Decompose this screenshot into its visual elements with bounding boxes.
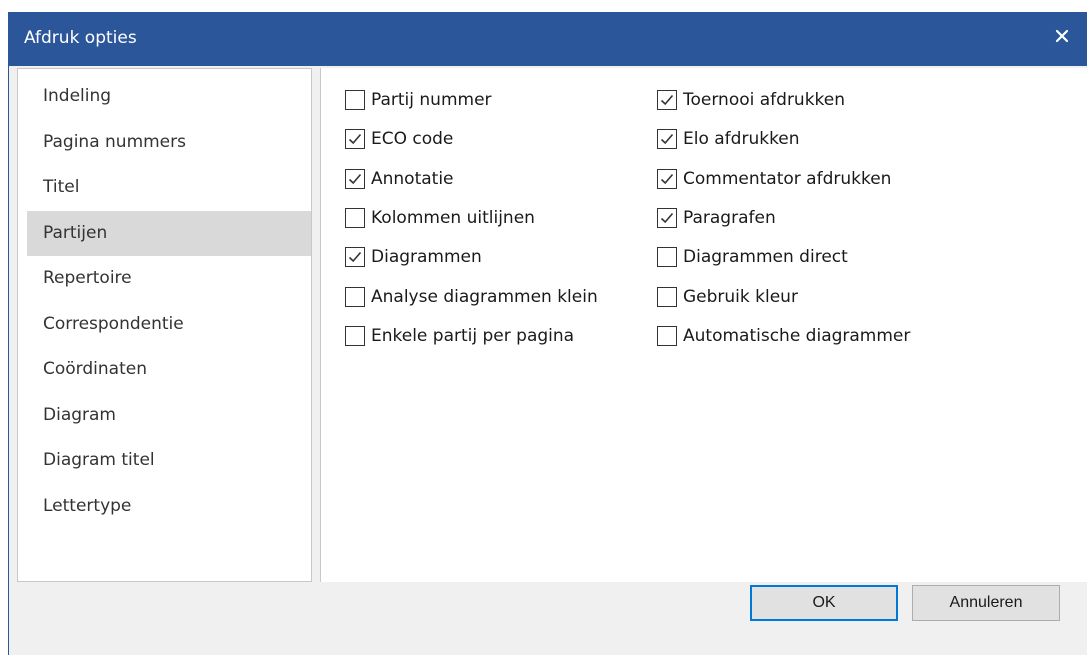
- checkbox-box[interactable]: [345, 129, 365, 150]
- checkbox-box[interactable]: [657, 129, 677, 150]
- checkbox-kolommen-uitlijnen[interactable]: Kolommen uitlijnen: [345, 203, 535, 233]
- checkbox-box[interactable]: [657, 325, 677, 346]
- window-title: Afdruk opties: [24, 28, 137, 48]
- options-panel: Partij nummer ECO code Annotatie Kolommen u…: [320, 68, 1087, 582]
- checkbox-annotatie[interactable]: Annotatie: [345, 164, 454, 194]
- check-icon: [348, 252, 362, 263]
- checkbox-toernooi-afdrukken[interactable]: Toernooi afdrukken: [657, 85, 845, 115]
- checkbox-box[interactable]: [657, 207, 677, 228]
- checkbox-box[interactable]: [345, 168, 365, 189]
- nav-item-correspondentie[interactable]: Correspondentie: [27, 302, 311, 347]
- nav-item-pagina-nummers[interactable]: Pagina nummers: [27, 120, 311, 165]
- checkbox-commentator-afdrukken[interactable]: Commentator afdrukken: [657, 164, 891, 194]
- checkbox-elo-afdrukken[interactable]: Elo afdrukken: [657, 124, 800, 154]
- checkbox-eco-code[interactable]: ECO code: [345, 124, 453, 154]
- ok-button[interactable]: OK: [750, 585, 898, 621]
- nav-item-diagram-titel[interactable]: Diagram titel: [27, 438, 311, 483]
- checkbox-label[interactable]: Annotatie: [371, 169, 454, 189]
- checkbox-box[interactable]: [657, 168, 677, 189]
- check-icon: [660, 134, 674, 145]
- checkbox-box[interactable]: [657, 90, 677, 110]
- checkbox-box[interactable]: [345, 207, 365, 228]
- checkbox-diagrammen[interactable]: Diagrammen: [345, 242, 482, 272]
- checkbox-label[interactable]: Toernooi afdrukken: [683, 90, 845, 110]
- checkbox-label[interactable]: Commentator afdrukken: [683, 169, 891, 189]
- checkbox-label[interactable]: ECO code: [371, 129, 453, 149]
- checkbox-box[interactable]: [345, 325, 365, 346]
- checkbox-box[interactable]: [657, 247, 677, 268]
- title-bar[interactable]: Afdruk opties: [9, 12, 1087, 66]
- check-icon: [660, 173, 674, 184]
- checkbox-label[interactable]: Diagrammen: [371, 247, 482, 267]
- nav-item-indeling[interactable]: Indeling: [27, 74, 311, 119]
- nav-item-titel[interactable]: Titel: [27, 165, 311, 210]
- checkbox-label[interactable]: Kolommen uitlijnen: [371, 208, 535, 228]
- checkbox-label[interactable]: Diagrammen direct: [683, 247, 848, 267]
- checkbox-label[interactable]: Partij nummer: [371, 90, 492, 110]
- checkbox-label[interactable]: Automatische diagrammer: [683, 326, 910, 346]
- checkbox-label[interactable]: Paragrafen: [683, 208, 776, 228]
- checkbox-analyse-diagrammen-klein[interactable]: Analyse diagrammen klein: [345, 282, 598, 312]
- check-icon: [348, 134, 362, 145]
- nav-item-lettertype[interactable]: Lettertype: [27, 484, 311, 529]
- checkbox-enkele-partij-per-pagina[interactable]: Enkele partij per pagina: [345, 321, 574, 351]
- cancel-button[interactable]: Annuleren: [912, 585, 1060, 621]
- checkbox-diagrammen-direct[interactable]: Diagrammen direct: [657, 242, 848, 272]
- checkbox-box[interactable]: [345, 247, 365, 268]
- checkbox-box[interactable]: [657, 286, 677, 307]
- nav-item-repertoire[interactable]: Repertoire: [27, 256, 311, 301]
- checkbox-box[interactable]: [345, 286, 365, 307]
- checkbox-label[interactable]: Elo afdrukken: [683, 129, 800, 149]
- nav-item-diagram[interactable]: Diagram: [27, 393, 311, 438]
- checkbox-label[interactable]: Enkele partij per pagina: [371, 326, 574, 346]
- category-list: Indeling Pagina nummers Titel Partijen Reper…: [17, 68, 312, 582]
- checkbox-label[interactable]: Analyse diagrammen klein: [371, 287, 598, 307]
- check-icon: [660, 94, 674, 106]
- close-icon[interactable]: [1050, 24, 1074, 48]
- checkbox-box[interactable]: [345, 90, 365, 110]
- checkbox-paragrafen[interactable]: Paragrafen: [657, 203, 776, 233]
- checkbox-automatische-diagrammer[interactable]: Automatische diagrammer: [657, 321, 910, 351]
- checkbox-gebruik-kleur[interactable]: Gebruik kleur: [657, 282, 798, 312]
- checkbox-partij-nummer[interactable]: Partij nummer: [345, 85, 492, 115]
- check-icon: [348, 173, 362, 184]
- print-options-dialog: Afdruk opties Indeling Pagina nummers Tite…: [8, 12, 1087, 655]
- check-icon: [660, 212, 674, 224]
- checkbox-label[interactable]: Gebruik kleur: [683, 287, 798, 307]
- nav-item-partijen[interactable]: Partijen: [27, 210, 311, 256]
- nav-item-co-rdinaten[interactable]: Coördinaten: [27, 347, 311, 392]
